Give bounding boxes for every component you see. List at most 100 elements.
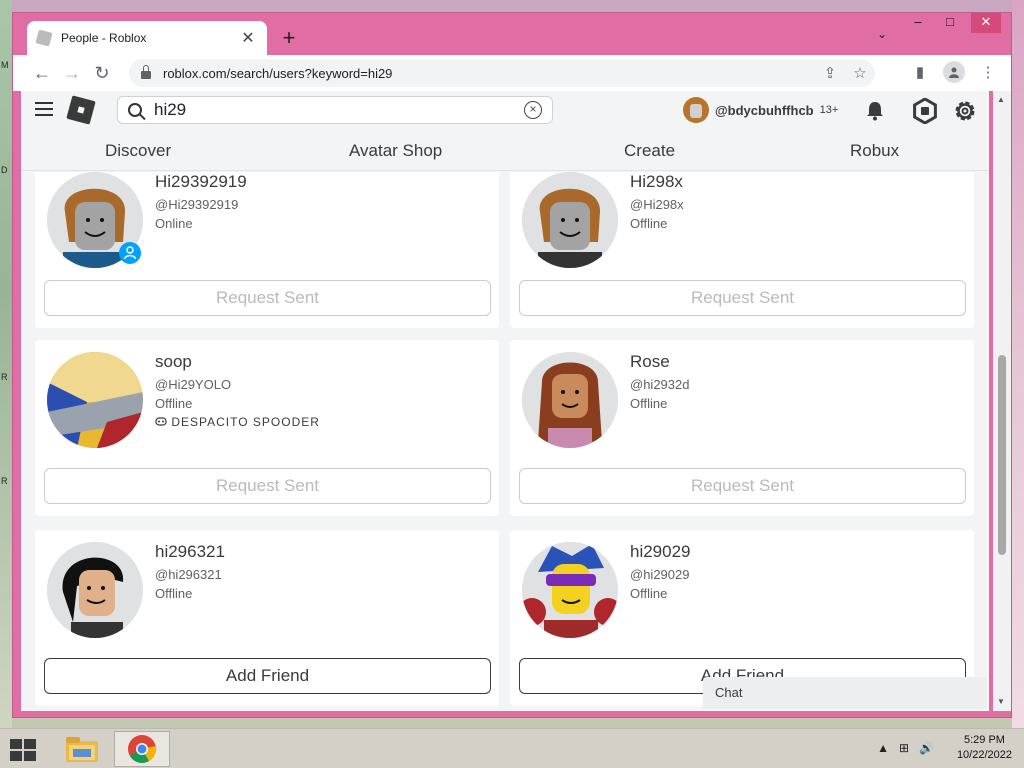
desktop-icon-label: D — [1, 165, 8, 175]
user-status: Offline — [630, 586, 668, 601]
tab-close-icon[interactable]: ✕ — [239, 28, 257, 48]
file-explorer-taskbar-icon[interactable] — [54, 731, 110, 767]
system-tray: ▲ ⊞ 🔊 — [877, 741, 934, 755]
game-name: DESPACITO SPOODER — [171, 415, 320, 429]
desktop-icon-label: R — [1, 372, 8, 382]
profile-icon[interactable] — [943, 61, 965, 83]
clear-search-icon[interactable]: × — [524, 101, 542, 119]
game-controller-icon — [155, 417, 167, 426]
taskbar-clock[interactable]: 5:29 PM 10/22/2022 — [957, 733, 1012, 763]
search-icon — [128, 103, 142, 117]
toolbar-right-icons: ▮ ⋮ — [905, 61, 1003, 83]
clock-time: 5:29 PM — [963, 734, 1005, 746]
desktop-icon-label: M — [1, 60, 9, 70]
desktop-left-edge — [0, 0, 12, 728]
browser-window: People - Roblox ✕ + ⌄ ‒ □ ✕ ← → ↻ roblox… — [12, 12, 1012, 718]
nav-robux[interactable]: Robux — [850, 141, 899, 161]
user-avatar[interactable] — [522, 352, 618, 448]
user-display-name[interactable]: Rose — [630, 352, 670, 372]
roblox-logo-icon[interactable] — [66, 95, 96, 125]
bookmark-star-icon[interactable]: ☆ — [845, 64, 875, 82]
browser-tab[interactable]: People - Roblox ✕ — [27, 21, 267, 55]
tab-title: People - Roblox — [61, 31, 147, 45]
request-sent-button[interactable]: Request Sent — [44, 280, 491, 316]
search-results: Hi29392919 @Hi29392919 Online Request Se… — [21, 172, 981, 711]
desktop-icon-label: R — [1, 476, 8, 486]
user-display-name[interactable]: hi296321 — [155, 542, 225, 562]
request-sent-button[interactable]: Request Sent — [519, 468, 966, 504]
tray-expand-icon[interactable]: ▲ — [877, 741, 889, 755]
nav-discover[interactable]: Discover — [105, 141, 171, 161]
user-status: Online — [155, 216, 193, 231]
close-window-button[interactable]: ✕ — [971, 13, 1001, 33]
page-scrollbar[interactable]: ▲ ▼ — [993, 91, 1011, 711]
tab-search-chevron-icon[interactable]: ⌄ — [877, 27, 887, 41]
search-value[interactable]: hi29 — [154, 100, 524, 120]
user-display-name[interactable]: Hi29392919 — [155, 172, 247, 192]
browser-toolbar: ← → ↻ roblox.com/search/users?keyword=hi… — [13, 55, 1011, 91]
user-avatar[interactable] — [683, 97, 709, 123]
add-friend-button[interactable]: Add Friend — [44, 658, 491, 694]
roblox-favicon-icon — [35, 29, 53, 47]
user-card: soop @Hi29YOLO Offline DESPACITO SPOODER… — [35, 340, 499, 516]
roblox-header: hi29 × @bdycbuhffhcb 13+ — [21, 91, 989, 131]
notifications-bell-icon[interactable] — [861, 97, 889, 125]
nav-create[interactable]: Create — [624, 141, 675, 161]
back-arrow-icon[interactable]: ← — [27, 63, 57, 84]
request-sent-button[interactable]: Request Sent — [519, 280, 966, 316]
lock-icon[interactable] — [141, 65, 151, 79]
user-card: Hi298x @Hi298x Offline Request Sent — [510, 172, 974, 328]
age-badge: 13+ — [819, 104, 839, 116]
online-presence-icon — [119, 242, 141, 264]
robux-icon[interactable] — [911, 97, 939, 125]
user-display-name[interactable]: hi29029 — [630, 542, 691, 562]
user-status: Offline — [155, 586, 193, 601]
user-handle: @Hi298x — [630, 197, 684, 212]
user-avatar[interactable] — [522, 542, 618, 638]
browser-menu-icon[interactable]: ⋮ — [973, 63, 1003, 81]
reload-icon[interactable]: ↻ — [87, 63, 117, 84]
url-text[interactable]: roblox.com/search/users?keyword=hi29 — [163, 66, 815, 81]
user-status: Offline — [630, 396, 668, 411]
settings-gear-icon[interactable] — [951, 97, 979, 125]
scroll-down-arrow-icon[interactable]: ▼ — [997, 697, 1005, 706]
start-button[interactable] — [8, 737, 38, 761]
volume-icon[interactable]: 🔊 — [919, 741, 934, 755]
tab-strip: People - Roblox ✕ + ⌄ ‒ □ ✕ — [13, 13, 1011, 55]
chrome-taskbar-icon[interactable] — [114, 731, 170, 767]
user-avatar[interactable] — [522, 172, 618, 268]
clock-date: 10/22/2022 — [956, 749, 1012, 761]
request-sent-button[interactable]: Request Sent — [44, 468, 491, 504]
user-handle: @hi296321 — [155, 567, 222, 582]
new-tab-button[interactable]: + — [277, 25, 301, 51]
user-avatar[interactable] — [47, 352, 143, 448]
share-icon[interactable]: ⇪ — [815, 64, 845, 82]
user-game-status: DESPACITO SPOODER — [155, 415, 320, 429]
user-card: Hi29392919 @Hi29392919 Online Request Se… — [35, 172, 499, 328]
maximize-button[interactable]: □ — [935, 13, 965, 33]
search-input[interactable]: hi29 × — [117, 96, 553, 124]
address-bar[interactable]: roblox.com/search/users?keyword=hi29 ⇪ ☆ — [129, 59, 875, 87]
roblox-nav: Discover Avatar Shop Create Robux — [21, 131, 989, 171]
chat-panel-tab[interactable]: Chat — [703, 677, 987, 709]
user-card: Rose @hi2932d Offline Request Sent — [510, 340, 974, 516]
minimize-button[interactable]: ‒ — [903, 13, 933, 33]
scrollbar-thumb[interactable] — [998, 355, 1006, 555]
user-display-name[interactable]: Hi298x — [630, 172, 683, 192]
header-username[interactable]: @bdycbuhffhcb — [715, 103, 814, 118]
nav-avatar-shop[interactable]: Avatar Shop — [349, 141, 442, 161]
hamburger-menu-icon[interactable] — [35, 102, 53, 116]
network-icon[interactable]: ⊞ — [899, 741, 909, 755]
desktop-background — [0, 0, 1024, 12]
user-handle: @Hi29YOLO — [155, 377, 232, 392]
user-handle: @hi2932d — [630, 377, 690, 392]
user-handle: @hi29029 — [630, 567, 690, 582]
forward-arrow-icon[interactable]: → — [57, 63, 87, 84]
user-display-name[interactable]: soop — [155, 352, 192, 372]
user-avatar[interactable] — [47, 542, 143, 638]
user-status: Offline — [155, 396, 193, 411]
side-panel-icon[interactable]: ▮ — [905, 63, 935, 81]
user-card: hi296321 @hi296321 Offline Add Friend — [35, 530, 499, 706]
user-profile-link[interactable]: @bdycbuhffhcb 13+ — [683, 97, 838, 123]
scroll-up-arrow-icon[interactable]: ▲ — [997, 95, 1005, 104]
